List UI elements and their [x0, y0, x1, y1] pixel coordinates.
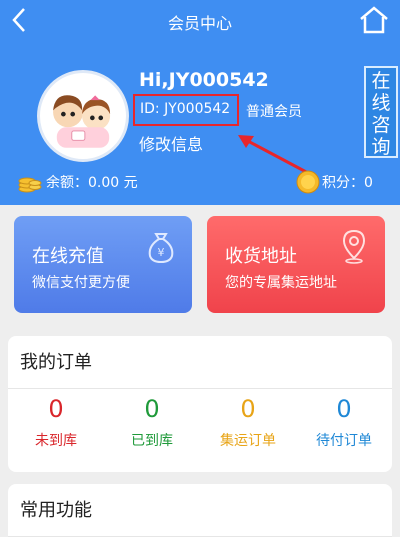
- cartoon-couple-avatar: [53, 95, 111, 148]
- tools-title: 常用功能: [20, 500, 92, 521]
- address-title: 收货地址: [225, 246, 297, 267]
- recharge-title: 在线充值: [32, 246, 104, 267]
- svg-text:¥: ¥: [158, 246, 165, 259]
- coin-stack-icon: [18, 177, 42, 193]
- order-label: 待付订单: [316, 433, 372, 449]
- edit-info-link[interactable]: 修改信息: [139, 131, 203, 155]
- user-id: ID: JY000542: [140, 101, 231, 117]
- order-count: 0: [240, 395, 256, 423]
- order-status-1[interactable]: 0 已到库: [104, 394, 200, 450]
- gold-coin-icon: [296, 170, 320, 194]
- my-orders-panel: 我的订单 0 未到库 0 已到库 0 集运订单 0 待付订单: [8, 336, 392, 472]
- points: 积分：0: [296, 170, 373, 194]
- order-status-0[interactable]: 0 未到库: [8, 394, 104, 450]
- order-count: 0: [144, 395, 160, 423]
- location-pin-icon: [342, 229, 366, 264]
- balance: 余额：0.00 元: [18, 171, 138, 193]
- avatar[interactable]: [37, 70, 129, 162]
- order-status-3[interactable]: 0 待付订单: [296, 394, 392, 450]
- address-card[interactable]: 收货地址 您的专属集运地址: [207, 216, 385, 313]
- page-title: 会员中心: [167, 14, 232, 33]
- orders-title: 我的订单: [20, 352, 92, 373]
- recharge-card[interactable]: 在线充值 微信支付更方便 ¥: [14, 216, 192, 313]
- order-status-2[interactable]: 0 集运订单: [200, 394, 296, 450]
- profile-header: 会员中心 Hi,JY000542 ID: JY000542 普通会员 修改信息 …: [0, 0, 400, 205]
- member-level: 普通会员: [246, 104, 302, 120]
- balance-text: 余额：0.00 元: [46, 175, 138, 191]
- order-label: 已到库: [131, 433, 173, 449]
- orders-grid: 0 未到库 0 已到库 0 集运订单 0 待付订单: [8, 394, 392, 450]
- order-count: 0: [336, 395, 352, 423]
- address-subtitle: 您的专属集运地址: [225, 275, 337, 291]
- divider: [8, 388, 392, 389]
- home-icon[interactable]: [358, 4, 390, 36]
- greeting: Hi,JY000542: [139, 69, 269, 91]
- order-label: 集运订单: [220, 433, 276, 449]
- order-label: 未到库: [35, 433, 77, 449]
- online-consult-button[interactable]: 在线咨询: [364, 66, 398, 158]
- recharge-subtitle: 微信支付更方便: [32, 275, 130, 291]
- money-bag-icon: ¥: [148, 233, 174, 264]
- common-functions-panel: 常用功能: [8, 484, 392, 537]
- order-count: 0: [48, 395, 64, 423]
- points-text: 积分：0: [322, 175, 373, 191]
